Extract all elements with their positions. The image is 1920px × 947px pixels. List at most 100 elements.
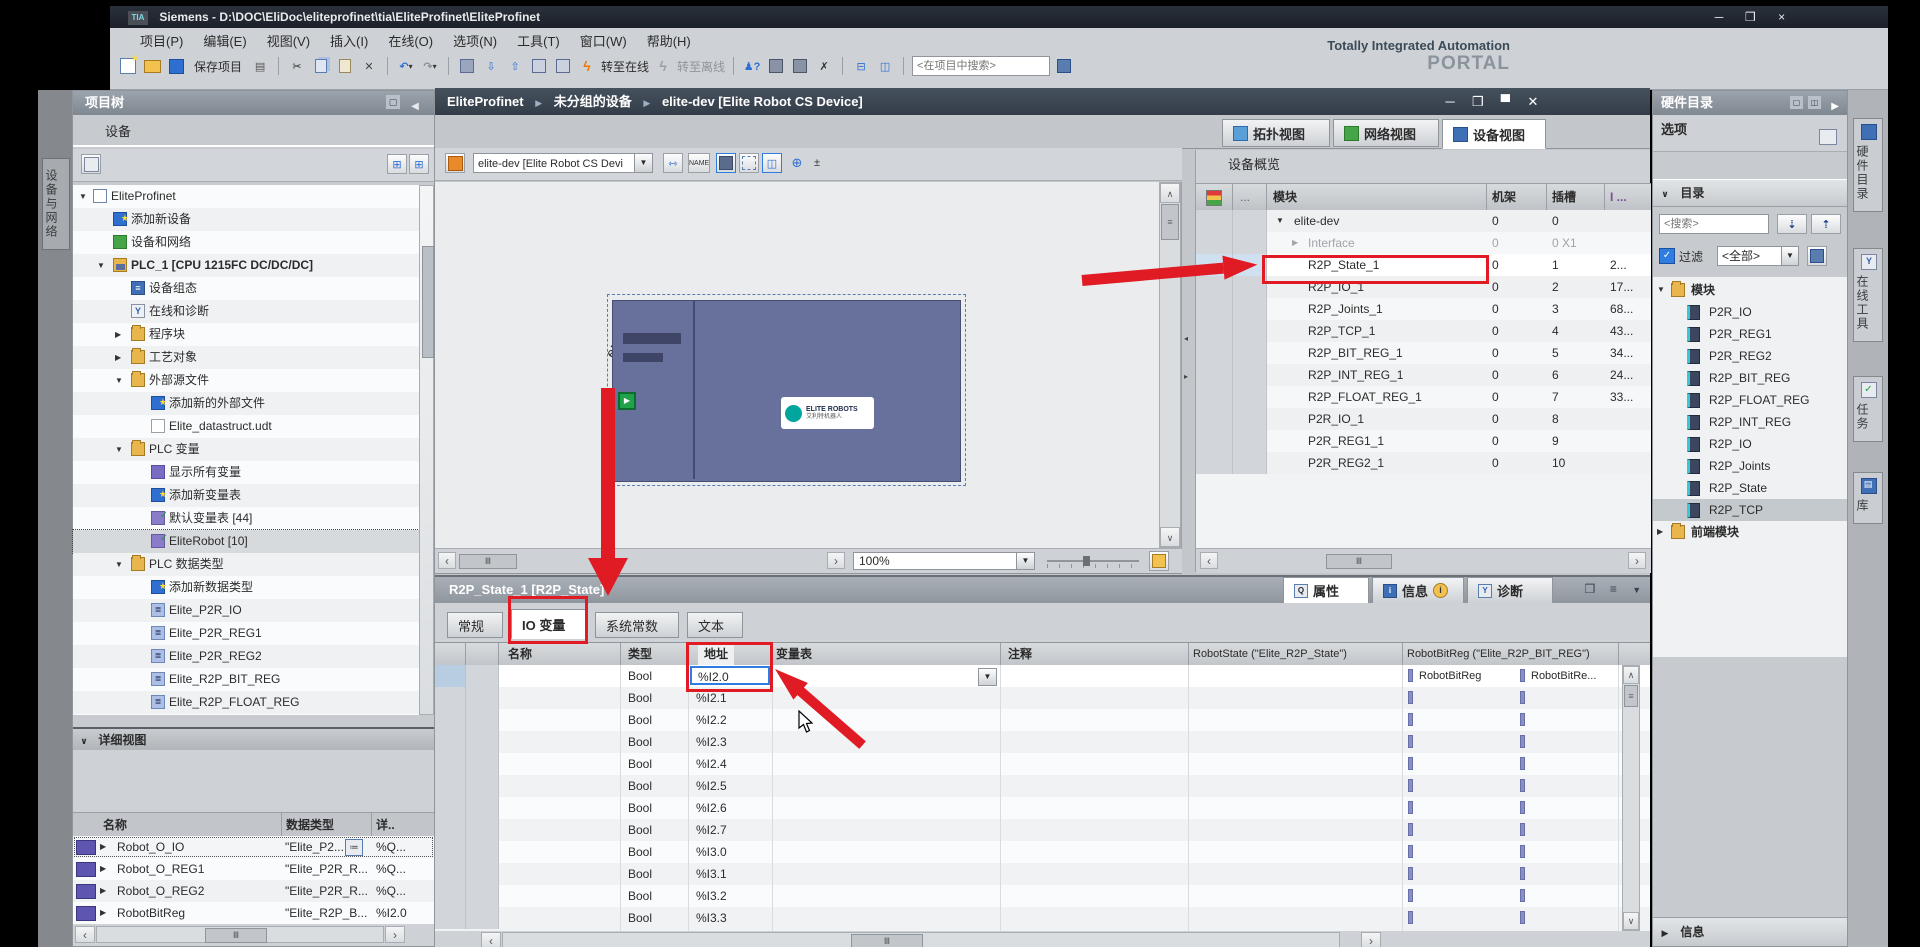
overview-hscrollbar[interactable]: ‹ Ⅲ ›	[1196, 548, 1651, 573]
subtab-general[interactable]: 常规	[447, 612, 503, 638]
menu-item-insert[interactable]: 插入(I)	[330, 31, 368, 52]
overview-row-r2p-tcp[interactable]: R2P_TCP_1 0 4 43...	[1196, 320, 1651, 342]
catalog-section-header[interactable]: ∨ 目录	[1653, 179, 1847, 207]
overview-row-r2p-int-reg[interactable]: R2P_INT_REG_1 0 6 24...	[1196, 364, 1651, 386]
catalog-item-r2p-bit-reg[interactable]: R2P_BIT_REG	[1653, 367, 1847, 389]
editor-close-icon[interactable]: ✕	[1521, 88, 1545, 115]
scroll-right-icon[interactable]: ›	[1361, 932, 1381, 947]
search-project-icon[interactable]	[1054, 56, 1074, 76]
options-icon[interactable]	[1819, 129, 1837, 145]
catalog-item-r2p-int-reg[interactable]: R2P_INT_REG	[1653, 411, 1847, 433]
chevron-down-icon[interactable]: ▼	[634, 154, 652, 172]
tree-item-add-tag-table[interactable]: 添加新变量表	[73, 484, 419, 507]
io-row[interactable]: Bool %I3.1	[435, 863, 1650, 885]
tree-item-program-blocks[interactable]: ▶程序块	[73, 323, 419, 346]
go-online-label[interactable]: 转至在线	[601, 58, 649, 75]
overview-col-slot[interactable]: 插槽	[1552, 184, 1576, 210]
tree-item-elite-p2r-reg2[interactable]: ≣Elite_P2R_REG2	[73, 645, 419, 668]
start-cpu-icon[interactable]	[529, 56, 549, 76]
sort-tree-icon[interactable]: ⊞	[387, 154, 407, 174]
scroll-left-icon[interactable]: ‹	[1200, 552, 1218, 569]
overview-row-interface[interactable]: ▶ Interface 0 0 X1	[1196, 232, 1651, 254]
catalog-folder-frontend[interactable]: ▶ 前端模块	[1653, 521, 1847, 543]
expander-icon[interactable]: ▼	[79, 185, 91, 208]
io-row[interactable]: Bool %I3.0	[435, 841, 1650, 863]
io-row[interactable]: Bool %I2.2	[435, 709, 1650, 731]
menu-item-window[interactable]: 窗口(W)	[580, 31, 627, 52]
editor-float-icon[interactable]: ❒	[1466, 88, 1490, 115]
search-down-icon[interactable]: ⇣	[1777, 214, 1807, 234]
detail-row[interactable]: ▶ Robot_O_REG1 "Elite_P2R_R... %Q...	[73, 858, 434, 880]
tree-item-project-root[interactable]: ▼EliteProfinet	[73, 185, 419, 208]
download-to-device-icon[interactable]: ⇩	[481, 56, 501, 76]
float-panel-icon[interactable]: ▢	[386, 95, 400, 109]
show-columns-icon[interactable]: ◫	[762, 153, 782, 173]
search-up-icon[interactable]: ⇡	[1811, 214, 1841, 234]
io-col-comment[interactable]: 注释	[1008, 643, 1032, 665]
tab-devices[interactable]: 设备	[81, 119, 155, 145]
expander-icon[interactable]: ▼	[1657, 279, 1669, 301]
tab-topology-view[interactable]: 拓扑视图	[1222, 119, 1330, 147]
dropdown-button-icon[interactable]: ≔	[345, 839, 363, 856]
breadcrumb-project[interactable]: EliteProfinet	[447, 94, 524, 109]
scroll-up-icon[interactable]: ∧	[1623, 666, 1639, 684]
measure-width-icon[interactable]: ⇿	[663, 153, 683, 173]
tree-item-elite-p2r-reg1[interactable]: ≣Elite_P2R_REG1	[73, 622, 419, 645]
stop-cpu-icon[interactable]	[553, 56, 573, 76]
tab-online-tools[interactable]: Y 在线工具	[1853, 248, 1883, 342]
io-row[interactable]: Bool %I2.7	[435, 819, 1650, 841]
expander-icon[interactable]: ▶	[115, 323, 127, 346]
scroll-down-icon[interactable]: ∨	[1160, 527, 1180, 547]
zoom-in-icon[interactable]: ⊕	[787, 153, 807, 173]
scroll-left-icon[interactable]: ‹	[481, 932, 501, 947]
print-icon[interactable]: ▤	[250, 56, 270, 76]
tag-table-dropdown-icon[interactable]: ▼	[978, 668, 997, 686]
close-icon[interactable]: ×	[1768, 6, 1796, 28]
open-project-icon[interactable]	[142, 56, 162, 76]
io-col-name[interactable]: 名称	[508, 643, 532, 665]
tab-devices-networks[interactable]: 设备与网络	[42, 158, 70, 250]
cross-references-icon[interactable]: ✗	[814, 56, 834, 76]
expander-icon[interactable]: ▶	[100, 858, 112, 880]
tab-diagnostics[interactable]: Y 诊断	[1467, 577, 1553, 604]
profile-edit-icon[interactable]	[1807, 246, 1827, 266]
start-simulation-icon[interactable]	[766, 56, 786, 76]
splitter-right-icon[interactable]: ▸	[1184, 372, 1188, 381]
scroll-right-icon[interactable]: ›	[827, 552, 845, 569]
tree-item-default-tag-table[interactable]: 默认变量表 [44]	[73, 507, 419, 530]
scroll-up-icon[interactable]: ∧	[1160, 183, 1180, 203]
splitter-left-icon[interactable]: ◂	[1184, 334, 1188, 343]
menu-item-view[interactable]: 视图(V)	[267, 31, 310, 52]
detail-col-type[interactable]: 数据类型	[286, 813, 334, 837]
catalog-item-r2p-float-reg[interactable]: R2P_FLOAT_REG	[1653, 389, 1847, 411]
save-project-label[interactable]: 保存项目	[194, 58, 242, 75]
compile-icon[interactable]	[457, 56, 477, 76]
breadcrumb-ungrouped-devices[interactable]: 未分组的设备	[554, 94, 632, 109]
tag-editor-icon[interactable]	[81, 154, 101, 174]
tree-item-plc-data-types[interactable]: ▼PLC 数据类型	[73, 553, 419, 576]
expander-icon[interactable]: ▶	[115, 346, 127, 369]
detail-row[interactable]: ▶ Robot_O_REG2 "Elite_P2R_R... %Q...	[73, 880, 434, 902]
menu-item-options[interactable]: 选项(N)	[453, 31, 497, 52]
paste-icon[interactable]	[335, 56, 355, 76]
tree-item-show-all-tags[interactable]: 显示所有变量	[73, 461, 419, 484]
device-module-graphic[interactable]: ▶ ELITE ROBOTS 艾利特机器人	[612, 300, 961, 482]
zoom-slider[interactable]	[1047, 560, 1139, 562]
expander-icon[interactable]: ▶	[100, 880, 112, 902]
scroll-left-icon[interactable]: ‹	[438, 552, 456, 569]
expander-icon[interactable]: ▼	[115, 553, 127, 576]
io-col-robotstate[interactable]: RobotState ("Elite_R2P_State")	[1193, 643, 1347, 665]
tree-item-device-config[interactable]: ≡设备组态	[73, 277, 419, 300]
split-horizontal-icon[interactable]: ⊟	[851, 56, 871, 76]
expander-icon[interactable]: ▼	[1276, 210, 1288, 232]
overview-row-r2p-float-reg[interactable]: R2P_FLOAT_REG_1 0 7 33...	[1196, 386, 1651, 408]
go-online-icon[interactable]: ϟ	[577, 56, 597, 76]
tree-item-elite-datastruct[interactable]: Elite_datastruct.udt	[73, 415, 419, 438]
device-selector-dropdown[interactable]: elite-dev [Elite Robot CS Devi ▼	[473, 153, 653, 173]
project-tree-scrollbar[interactable]	[419, 185, 434, 715]
detail-row[interactable]: ▶ Robot_O_IO "Elite_P2... ≔ %Q...	[73, 836, 434, 858]
menu-item-help[interactable]: 帮助(H)	[647, 31, 691, 52]
catalog-item-p2r-reg2[interactable]: P2R_REG2	[1653, 345, 1847, 367]
breadcrumb-device[interactable]: elite-dev [Elite Robot CS Device]	[662, 94, 863, 109]
module-port-icon[interactable]: ▶	[618, 392, 636, 410]
